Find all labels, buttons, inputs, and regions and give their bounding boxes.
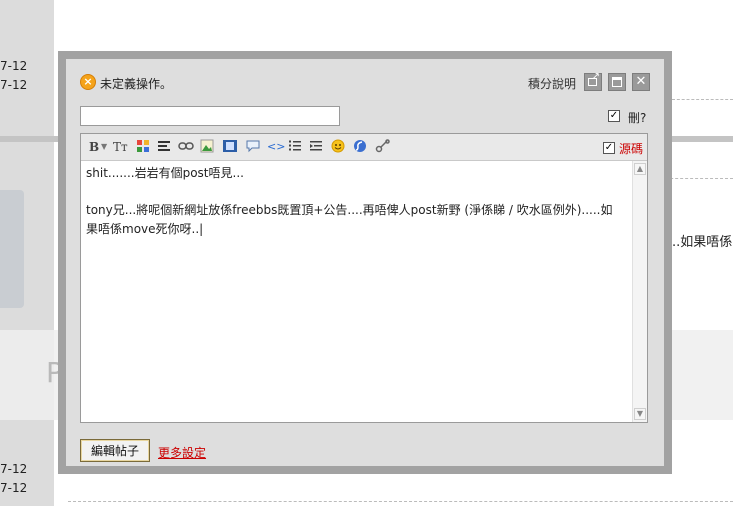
scroll-down-icon[interactable]: ▼ (634, 408, 646, 420)
editor-toolbar: B ▼ Tт <> ✓ 源碼 (81, 134, 647, 161)
dialog-title: 未定義操作。 (100, 77, 173, 91)
align-icon[interactable] (157, 139, 171, 155)
rich-text-editor: B ▼ Tт <> ✓ 源碼 shit.......岩岩有個post唔見... … (80, 133, 648, 423)
message-line: shit.......岩岩有個post唔見... (86, 166, 244, 180)
subject-input[interactable] (80, 106, 340, 126)
plugin-icon[interactable] (375, 139, 391, 155)
thread-date: 7-12 (0, 481, 28, 495)
message-line: 果唔係move死你呀..| (86, 222, 204, 236)
color-picker-icon[interactable] (136, 139, 150, 155)
edit-post-button[interactable]: 編輯帖子 (80, 439, 150, 462)
source-mode-label: 源碼 (619, 142, 644, 156)
chevron-down-icon[interactable]: ▼ (101, 139, 107, 155)
editor-scrollbar[interactable]: ▲ ▼ (632, 161, 647, 422)
delete-label: 刪? (628, 111, 647, 125)
dialog-body: × 未定義操作。 積分說明 ✕ ✓ 刪? B ▼ Tт (66, 59, 664, 466)
thread-date: 7-12 (0, 59, 28, 73)
dashed-divider (672, 99, 733, 100)
font-size-button[interactable]: Tт (113, 139, 128, 155)
smiley-icon[interactable] (331, 139, 345, 155)
message-textarea[interactable]: shit.......岩岩有個post唔見... tony兄...將呢個新網址放… (81, 161, 631, 422)
warning-icon: × (80, 74, 96, 90)
quote-icon[interactable] (245, 139, 261, 155)
user-avatar (0, 190, 24, 308)
code-icon[interactable]: <> (267, 139, 285, 155)
maximize-window-button[interactable] (608, 73, 626, 91)
edit-post-dialog: × 未定義操作。 積分說明 ✕ ✓ 刪? B ▼ Tт (58, 51, 672, 474)
credits-help-link[interactable]: 積分說明 (528, 75, 576, 92)
source-mode-checkbox[interactable]: ✓ (603, 142, 615, 154)
message-line: tony兄...將呢個新網址放係freebbs既置頂+公告....再唔俾人pos… (86, 203, 613, 217)
insert-media-icon[interactable] (222, 139, 238, 155)
close-dialog-button[interactable]: ✕ (632, 73, 650, 91)
flash-icon[interactable] (353, 139, 367, 155)
thread-date: 7-12 (0, 462, 28, 476)
link-icon[interactable] (178, 139, 194, 155)
insert-image-icon[interactable] (200, 139, 214, 155)
ordered-list-icon[interactable] (288, 139, 302, 155)
delete-checkbox[interactable]: ✓ (608, 110, 620, 122)
indent-icon[interactable] (309, 139, 323, 155)
thread-date: 7-12 (0, 78, 28, 92)
scroll-up-icon[interactable]: ▲ (634, 163, 646, 175)
dialog-header: × 未定義操作。 積分說明 ✕ (80, 71, 650, 93)
post-snippet: ..如果唔係 (672, 235, 733, 250)
dashed-divider (68, 501, 733, 502)
popout-window-button[interactable] (584, 71, 602, 91)
more-settings-link[interactable]: 更多設定 (158, 444, 206, 461)
bold-button[interactable]: B (89, 139, 99, 155)
